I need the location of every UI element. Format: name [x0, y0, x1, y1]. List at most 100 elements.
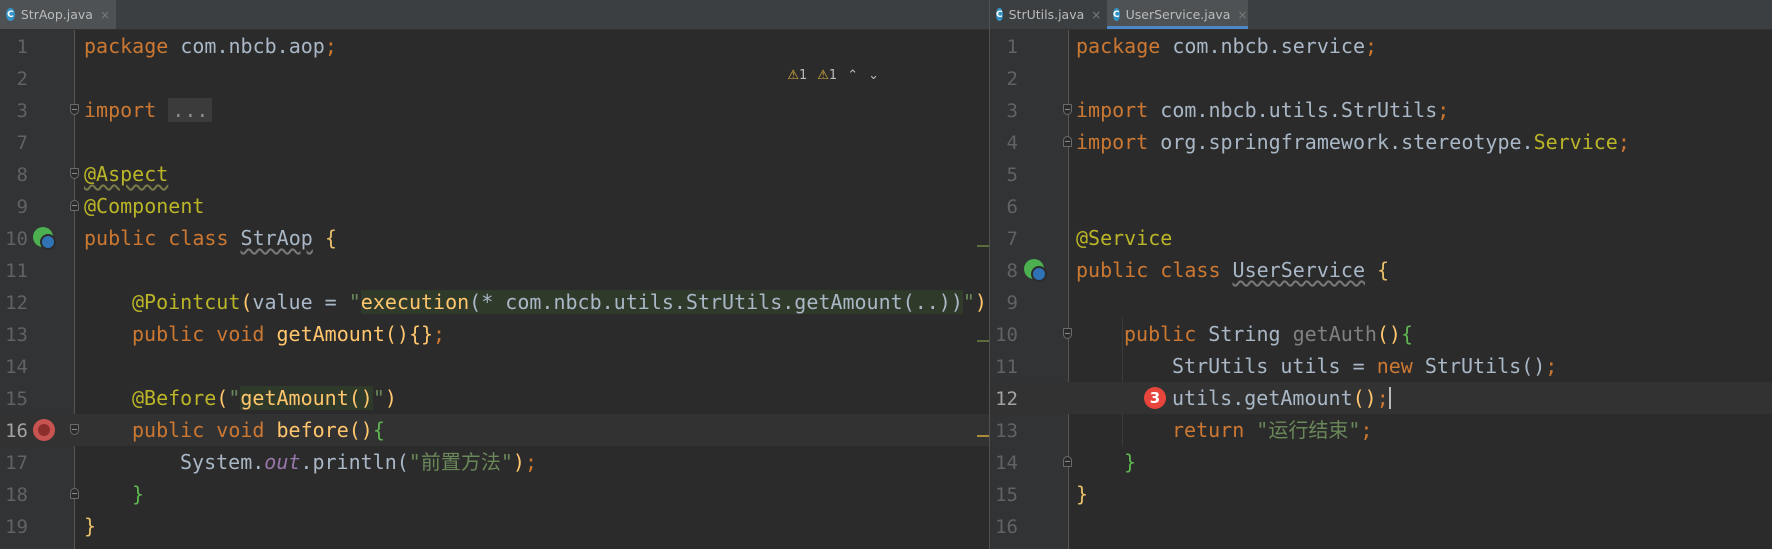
- line-number: 4: [1006, 132, 1018, 154]
- line-number: 15: [5, 388, 28, 410]
- code-line: 6: [990, 190, 1772, 222]
- code-line: 9 @Component: [0, 190, 989, 222]
- fold-icon[interactable]: [70, 104, 79, 115]
- right-editor-pane[interactable]: C StrUtils.java × C UserService.java × 1…: [990, 0, 1772, 549]
- line-number: 3: [16, 100, 28, 122]
- line-number: 6: [1006, 196, 1018, 218]
- code-line-current: 16 public void before(){: [0, 414, 989, 446]
- step-number-badge: 3: [1144, 387, 1166, 409]
- fold-icon[interactable]: [70, 168, 79, 179]
- line-number: 1: [1006, 36, 1018, 58]
- fold-icon[interactable]: [1063, 456, 1072, 467]
- code-line: 13 return "运行结束";: [990, 414, 1772, 446]
- line-number: 13: [5, 324, 28, 346]
- code-line: 11 StrUtils utils = new StrUtils();: [990, 350, 1772, 382]
- code-line: 12 @Pointcut(value = "execution(* com.nb…: [0, 286, 989, 318]
- line-number: 12: [995, 388, 1018, 410]
- code-line: 16: [990, 510, 1772, 542]
- line-number: 16: [995, 516, 1018, 538]
- code-line: 8 public class UserService {: [990, 254, 1772, 286]
- line-number: 11: [995, 356, 1018, 378]
- line-number: 14: [5, 356, 28, 378]
- close-icon[interactable]: ×: [100, 8, 110, 22]
- code-line: 3 import com.nbcb.utils.StrUtils;: [990, 94, 1772, 126]
- tab-label: UserService.java: [1125, 7, 1231, 22]
- scrollbar-marker[interactable]: [977, 245, 989, 247]
- line-number: 8: [16, 164, 28, 186]
- java-class-icon: C: [6, 8, 15, 21]
- fold-icon[interactable]: [70, 200, 79, 211]
- line-number: 15: [995, 484, 1018, 506]
- scrollbar-marker[interactable]: [977, 435, 989, 437]
- method-breakpoint-icon[interactable]: [33, 419, 55, 441]
- fold-icon[interactable]: [1063, 104, 1072, 115]
- line-number: 9: [1006, 292, 1018, 314]
- right-code-area[interactable]: 1 package com.nbcb.service; 2 3 import c…: [990, 30, 1772, 549]
- line-number: 7: [16, 132, 28, 154]
- code-line: 14: [0, 350, 989, 382]
- left-editor-pane[interactable]: C StrAop.java × ⚠1 ⚠1 ⌃ ⌄ 1 package com.…: [0, 0, 989, 549]
- text-caret: [1388, 387, 1391, 409]
- code-line: 7: [0, 126, 989, 158]
- code-line: 17 System.out.println("前置方法");: [0, 446, 989, 478]
- code-line: 15 @Before("getAmount()"): [0, 382, 989, 414]
- fold-icon[interactable]: [1063, 328, 1072, 339]
- scrollbar-marker[interactable]: [977, 340, 989, 342]
- code-line: 7 @Service: [990, 222, 1772, 254]
- line-number: 13: [995, 420, 1018, 442]
- right-tab-bar: C StrUtils.java × C UserService.java ×: [990, 0, 1772, 30]
- code-line: 5: [990, 158, 1772, 190]
- tab-straop-java[interactable]: C StrAop.java ×: [0, 0, 116, 29]
- code-line: 11: [0, 254, 989, 286]
- code-line-current: 12 3 utils.getAmount();: [990, 382, 1772, 414]
- line-number: 11: [5, 260, 28, 282]
- code-line: 2: [990, 62, 1772, 94]
- left-code-area[interactable]: ⚠1 ⚠1 ⌃ ⌄ 1 package com.nbcb.aop; 2 3 im…: [0, 30, 989, 549]
- line-number: 14: [995, 452, 1018, 474]
- close-icon[interactable]: ×: [1091, 8, 1101, 22]
- spring-bean-icon[interactable]: [1024, 259, 1047, 282]
- code-line: 1 package com.nbcb.service;: [990, 30, 1772, 62]
- fold-icon[interactable]: [70, 424, 79, 435]
- left-tab-bar: C StrAop.java ×: [0, 0, 989, 30]
- code-line: 1 package com.nbcb.aop;: [0, 30, 989, 62]
- fold-icon[interactable]: [1063, 136, 1072, 147]
- line-number: 9: [16, 196, 28, 218]
- line-number: 2: [1006, 68, 1018, 90]
- spring-bean-icon[interactable]: [33, 227, 56, 250]
- line-number: 17: [5, 452, 28, 474]
- line-number: 12: [5, 292, 28, 314]
- code-line: 15 }: [990, 478, 1772, 510]
- line-number: 19: [5, 516, 28, 538]
- code-line: 19 }: [0, 510, 989, 542]
- line-number: 10: [5, 228, 28, 250]
- line-number: 5: [1006, 164, 1018, 186]
- line-number: 3: [1006, 100, 1018, 122]
- tab-userservice-java[interactable]: C UserService.java ×: [1107, 0, 1248, 29]
- code-line: 10 public class StrAop {: [0, 222, 989, 254]
- line-number: 18: [5, 484, 28, 506]
- folded-imports[interactable]: ...: [168, 98, 213, 122]
- line-number: 16: [5, 420, 28, 442]
- line-number: 7: [1006, 228, 1018, 250]
- code-line: 10 public String getAuth(){: [990, 318, 1772, 350]
- code-line: 9: [990, 286, 1772, 318]
- line-number: 1: [16, 36, 28, 58]
- code-line: 3 import ...: [0, 94, 989, 126]
- line-number: 10: [995, 324, 1018, 346]
- code-line: 18 }: [0, 478, 989, 510]
- code-line: 8 @Aspect: [0, 158, 989, 190]
- tab-label: StrAop.java: [20, 7, 93, 22]
- tab-strutils-java[interactable]: C StrUtils.java ×: [990, 0, 1106, 29]
- code-line: 4 import org.springframework.stereotype.…: [990, 126, 1772, 158]
- code-line: 13 public void getAmount(){};: [0, 318, 989, 350]
- line-number: 2: [16, 68, 28, 90]
- java-class-icon: C: [996, 8, 1003, 21]
- tab-label: StrUtils.java: [1008, 7, 1085, 22]
- code-line: 14 }: [990, 446, 1772, 478]
- code-line: 2: [0, 62, 989, 94]
- java-class-icon: C: [1113, 8, 1120, 21]
- line-number: 8: [1006, 260, 1018, 282]
- close-icon[interactable]: ×: [1237, 8, 1247, 22]
- fold-icon[interactable]: [70, 488, 79, 499]
